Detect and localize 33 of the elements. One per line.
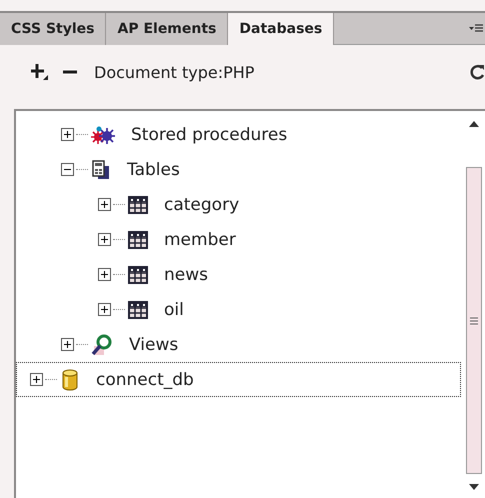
document-type-label: Document type:PHP [94,62,254,82]
expand-icon[interactable] [30,373,43,386]
table-icon [128,194,148,214]
scroll-down-icon[interactable] [469,484,479,490]
expand-icon[interactable] [61,338,74,351]
add-icon[interactable] [30,63,50,81]
expand-icon[interactable] [98,233,111,246]
scroll-up-icon[interactable] [469,121,479,127]
table-icon [128,264,148,284]
tree-item[interactable]: category [83,187,461,222]
grip-icon [470,316,478,324]
tree-item[interactable]: Tables [46,152,461,187]
table-icon [128,230,148,250]
tree-item[interactable]: connect_db [16,362,461,397]
collapse-icon[interactable] [61,163,74,176]
tables-icon [91,160,111,180]
tree-item[interactable]: news [83,257,461,292]
scroll-thumb[interactable] [466,167,482,474]
expand-icon[interactable] [98,268,111,281]
refresh-icon[interactable] [469,63,485,81]
database-icon [60,368,80,390]
tree-item[interactable]: Views [46,327,461,362]
tree-item[interactable]: oil [83,292,461,327]
tree-item[interactable]: Stored procedures [46,117,461,152]
tab[interactable]: Databases [228,13,334,45]
expand-icon[interactable] [61,128,74,141]
gears-icon [91,124,115,144]
expand-icon[interactable] [98,303,111,316]
table-icon [128,300,148,320]
tree-item[interactable]: member [83,222,461,257]
expand-icon[interactable] [98,198,111,211]
magnifier-icon [91,334,113,356]
panel-menu-icon[interactable] [469,24,483,34]
